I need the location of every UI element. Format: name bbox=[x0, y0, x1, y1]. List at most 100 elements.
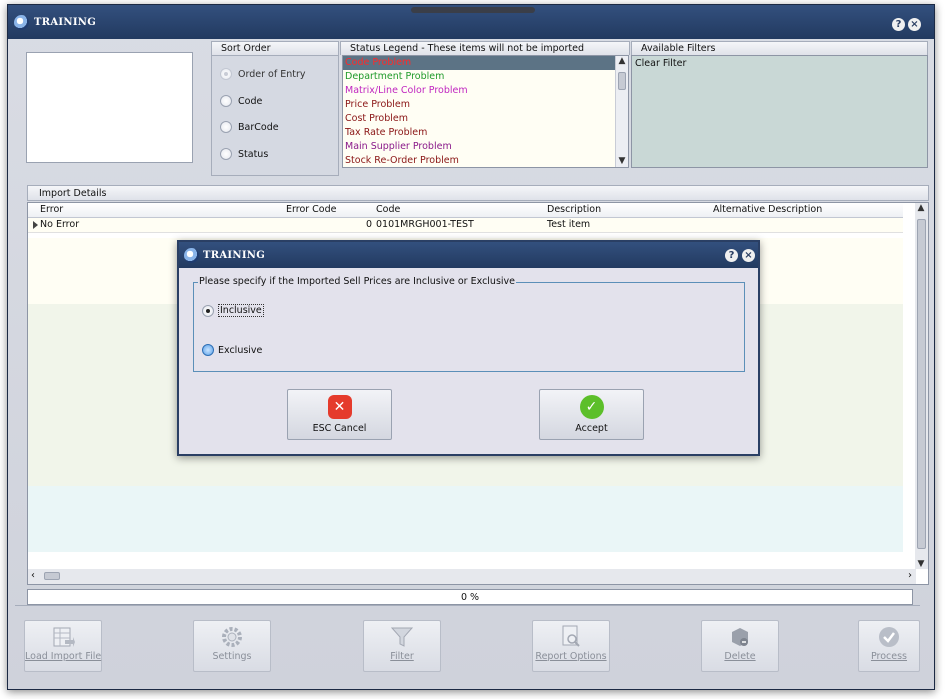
help-icon[interactable]: ? bbox=[725, 249, 738, 262]
radio-inclusive-label: Inclusive bbox=[218, 304, 264, 317]
funnel-icon bbox=[389, 625, 415, 649]
legend-item[interactable]: Stock Re-Order Problem bbox=[343, 154, 628, 167]
grid-header: Error Error Code Code Description Altern… bbox=[28, 203, 903, 218]
load-import-file-label: Load Import File bbox=[25, 651, 102, 662]
radio-icon bbox=[220, 95, 232, 107]
available-filters-list[interactable]: Clear Filter bbox=[631, 55, 928, 168]
top-area: Sort Order Order of Entry Code BarCode S… bbox=[23, 41, 936, 176]
scroll-thumb[interactable] bbox=[618, 72, 626, 90]
delete-label: Delete bbox=[724, 651, 756, 662]
close-icon[interactable]: × bbox=[908, 18, 921, 31]
radio-exclusive[interactable]: Exclusive bbox=[202, 344, 262, 356]
bottom-toolbar: Load Import File Settings Filter Report … bbox=[15, 605, 920, 675]
status-legend-header: Status Legend - These items will not be … bbox=[340, 41, 630, 55]
price-type-dialog: TRAINING ? × Please specify if the Impor… bbox=[177, 240, 760, 456]
report-magnifier-icon bbox=[558, 625, 584, 649]
delete-button[interactable]: Delete bbox=[701, 620, 779, 672]
sort-option-status[interactable]: Status bbox=[220, 148, 268, 160]
import-details-header: Import Details bbox=[27, 185, 929, 201]
accept-button[interactable]: ✓ Accept bbox=[539, 389, 644, 440]
preview-box bbox=[26, 52, 193, 163]
window-title: TRAINING bbox=[34, 17, 97, 28]
sort-option-label: Code bbox=[238, 95, 263, 107]
scroll-left-icon[interactable]: ‹ bbox=[31, 570, 35, 581]
close-icon[interactable]: × bbox=[742, 249, 755, 262]
table-row[interactable]: No Error 0 0101MRGH001-TEST Test item bbox=[28, 218, 903, 233]
legend-item[interactable]: Price Problem bbox=[343, 98, 628, 112]
checkmark-circle-icon bbox=[876, 625, 902, 649]
cancel-label: ESC Cancel bbox=[312, 423, 367, 434]
report-options-button[interactable]: Report Options bbox=[532, 620, 610, 672]
title-grip bbox=[411, 7, 535, 13]
filter-item-clear[interactable]: Clear Filter bbox=[632, 56, 927, 71]
sort-order-panel: Sort Order Order of Entry Code BarCode S… bbox=[211, 41, 339, 176]
legend-item[interactable]: Main Supplier Problem bbox=[343, 140, 628, 154]
legend-item[interactable]: Tax Rate Problem bbox=[343, 126, 628, 140]
radio-icon bbox=[220, 68, 232, 80]
available-filters-panel: Available Filters Clear Filter bbox=[631, 41, 928, 176]
scroll-up-icon[interactable]: ▲ bbox=[617, 56, 627, 66]
process-button[interactable]: Process bbox=[858, 620, 920, 672]
column-header[interactable]: Error Code bbox=[286, 204, 337, 215]
column-header[interactable]: Code bbox=[376, 204, 400, 215]
radio-icon bbox=[202, 304, 214, 317]
status-legend-list[interactable]: Code Problem Department Problem Matrix/L… bbox=[342, 55, 629, 168]
sort-option-label: Status bbox=[238, 148, 269, 160]
grid-horizontal-scrollbar[interactable]: ‹ › bbox=[28, 569, 916, 584]
radio-icon bbox=[220, 148, 232, 160]
column-header[interactable]: Alternative Description bbox=[713, 204, 822, 215]
cancel-button[interactable]: ✕ ESC Cancel bbox=[287, 389, 392, 440]
scroll-thumb[interactable] bbox=[917, 219, 926, 549]
scroll-right-icon[interactable]: › bbox=[908, 570, 912, 581]
legend-item[interactable]: Department Problem bbox=[343, 70, 628, 84]
column-header[interactable]: Error bbox=[40, 204, 63, 215]
sort-option-barcode[interactable]: BarCode bbox=[220, 121, 279, 133]
scroll-down-icon[interactable]: ▼ bbox=[617, 156, 627, 166]
legend-scrollbar[interactable]: ▲ ▼ bbox=[615, 56, 628, 167]
cell-code: 0101MRGH001-TEST bbox=[376, 219, 474, 230]
dialog-title-bar[interactable]: TRAINING ? × bbox=[179, 242, 758, 268]
box-delete-icon bbox=[727, 625, 753, 649]
app-logo-icon bbox=[14, 15, 29, 30]
radio-inclusive[interactable]: Inclusive bbox=[202, 304, 264, 317]
column-header[interactable]: Description bbox=[547, 204, 601, 215]
sort-option-order-of-entry[interactable]: Order of Entry bbox=[220, 68, 305, 80]
scroll-up-icon[interactable]: ▲ bbox=[916, 203, 926, 213]
row-indicator-icon bbox=[33, 221, 38, 229]
settings-label: Settings bbox=[212, 651, 252, 662]
report-options-label: Report Options bbox=[535, 651, 607, 662]
filter-button[interactable]: Filter bbox=[363, 620, 441, 672]
spreadsheet-icon bbox=[50, 625, 76, 649]
status-legend-panel: Status Legend - These items will not be … bbox=[340, 41, 630, 176]
cell-error: No Error bbox=[40, 219, 80, 230]
sort-option-code[interactable]: Code bbox=[220, 95, 262, 107]
scroll-down-icon[interactable]: ▼ bbox=[916, 559, 926, 569]
sort-order-header: Sort Order bbox=[211, 41, 339, 55]
settings-button[interactable]: Settings bbox=[193, 620, 271, 672]
sort-option-label: BarCode bbox=[238, 121, 279, 133]
legend-item[interactable]: Matrix/Line Color Problem bbox=[343, 84, 628, 98]
radio-icon bbox=[220, 121, 232, 133]
grid-band bbox=[28, 486, 903, 552]
progress-bar: 0 % bbox=[27, 589, 913, 605]
grid-vertical-scrollbar[interactable]: ▲ ▼ bbox=[915, 203, 928, 569]
cell-description: Test item bbox=[547, 219, 591, 230]
gear-icon bbox=[219, 625, 245, 649]
title-bar[interactable]: TRAINING ? × bbox=[8, 5, 934, 39]
cell-error-code: 0 bbox=[366, 219, 373, 230]
sort-order-body: Order of Entry Code BarCode Status bbox=[211, 55, 339, 176]
available-filters-header: Available Filters bbox=[631, 41, 928, 55]
sort-option-label: Order of Entry bbox=[238, 68, 306, 80]
help-icon[interactable]: ? bbox=[892, 18, 905, 31]
progress-text: 0 % bbox=[460, 592, 480, 603]
load-import-file-button[interactable]: Load Import File bbox=[24, 620, 102, 672]
checkmark-icon: ✓ bbox=[579, 395, 604, 419]
radio-icon bbox=[202, 344, 214, 356]
legend-item[interactable]: Code Problem bbox=[343, 56, 628, 70]
dialog-question: Please specify if the Imported Sell Pric… bbox=[198, 276, 517, 287]
accept-label: Accept bbox=[575, 423, 608, 434]
process-label: Process bbox=[870, 651, 908, 662]
legend-item[interactable]: Cost Problem bbox=[343, 112, 628, 126]
filter-label: Filter bbox=[390, 651, 414, 662]
scroll-thumb[interactable] bbox=[44, 572, 60, 580]
